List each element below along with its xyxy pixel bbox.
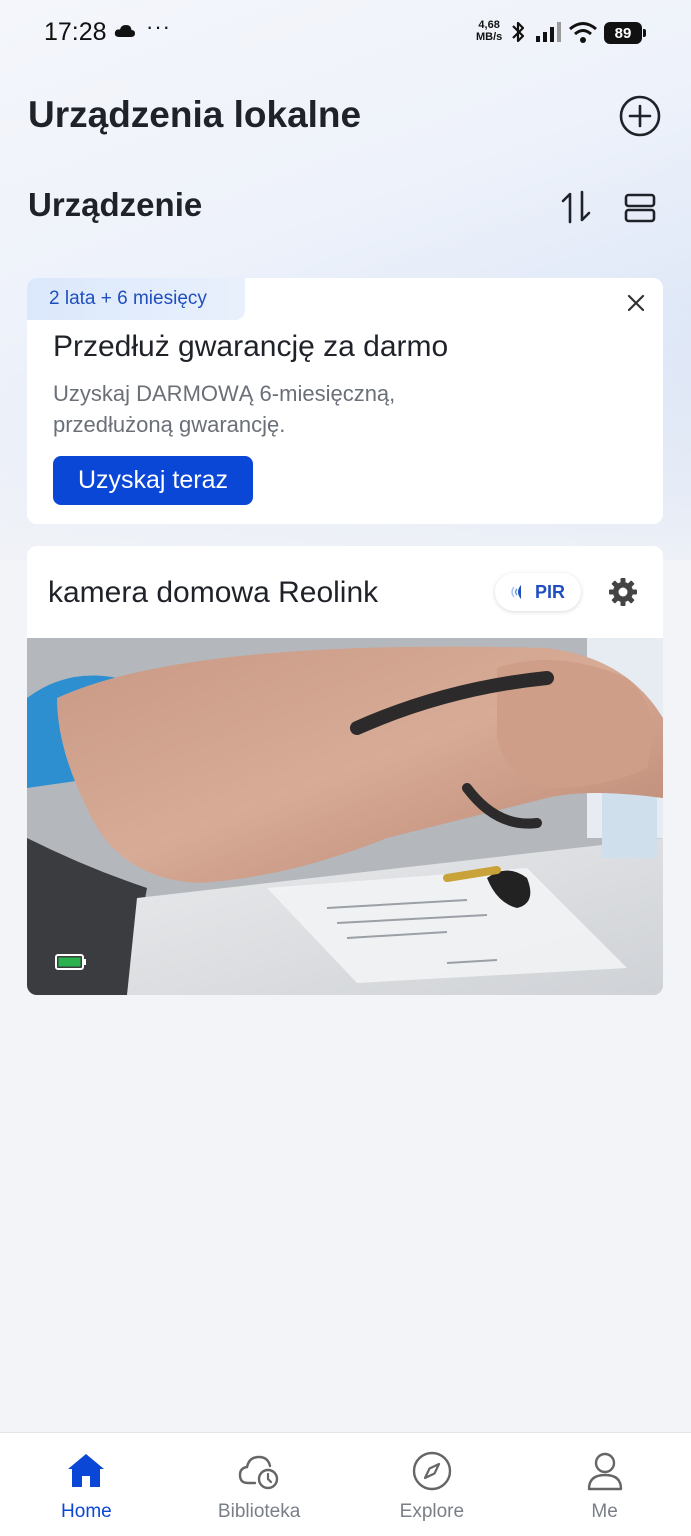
cloud-clock-icon xyxy=(238,1455,279,1490)
promo-close-button[interactable] xyxy=(625,292,647,314)
nav-library-label: Biblioteka xyxy=(217,1501,301,1522)
nav-library[interactable]: Biblioteka xyxy=(173,1433,346,1536)
battery-indicator: 89 xyxy=(604,22,646,44)
cloud-icon xyxy=(114,24,136,43)
get-now-button[interactable]: Uzyskaj teraz xyxy=(53,456,253,505)
warranty-promo-card: 2 lata + 6 miesięcy Przedłuż gwarancję z… xyxy=(27,278,663,524)
plus-circle-icon xyxy=(619,95,661,137)
wifi-icon xyxy=(568,21,598,48)
sort-button[interactable] xyxy=(558,188,594,226)
view-layout-button[interactable] xyxy=(622,190,658,226)
camera-name: kamera domowa Reolink xyxy=(48,576,379,609)
nav-home-label: Home xyxy=(61,1501,112,1522)
more-notifications-icon: ··· xyxy=(146,14,171,39)
nav-home[interactable]: Home xyxy=(0,1433,173,1536)
home-icon xyxy=(68,1454,105,1487)
promo-title: Przedłuż gwarancję za darmo xyxy=(53,330,449,363)
nav-me[interactable]: Me xyxy=(518,1433,691,1536)
pir-sensor-icon xyxy=(511,585,521,599)
signal-icon xyxy=(535,22,563,47)
camera-card[interactable]: kamera domowa Reolink PIR xyxy=(27,546,663,995)
sort-arrows-icon xyxy=(561,190,591,224)
camera-battery-icon xyxy=(55,954,87,975)
camera-settings-button[interactable] xyxy=(607,576,639,608)
pir-toggle[interactable]: PIR xyxy=(495,573,581,611)
pir-label: PIR xyxy=(534,581,565,602)
person-icon xyxy=(587,1452,622,1491)
network-speed-value: 4,68 xyxy=(478,19,500,31)
nav-explore[interactable]: Explore xyxy=(346,1433,519,1536)
bottom-navigation: Home Biblioteka Explore Me xyxy=(0,1432,691,1536)
nav-explore-label: Explore xyxy=(399,1501,465,1522)
gear-icon xyxy=(609,578,637,606)
camera-live-preview[interactable] xyxy=(27,638,663,995)
bluetooth-icon xyxy=(510,20,526,49)
nav-me-label: Me xyxy=(591,1501,618,1522)
promo-description: Uzyskaj DARMOWĄ 6-miesięczną, przedłużon… xyxy=(53,381,396,437)
add-device-button[interactable] xyxy=(618,94,662,138)
status-bar: 17:28 ··· 4,68 MB/s 89 xyxy=(0,0,691,66)
network-speed-unit: MB/s xyxy=(476,31,503,43)
close-icon xyxy=(627,294,645,312)
status-time: 17:28 xyxy=(44,18,107,46)
network-speed: 4,68 MB/s xyxy=(476,19,502,43)
camera-preview-image xyxy=(27,638,663,995)
compass-icon xyxy=(412,1451,452,1491)
promo-tag: 2 lata + 6 miesięcy xyxy=(27,278,245,320)
section-title: Urządzenie xyxy=(28,186,203,223)
list-layout-icon xyxy=(624,193,656,223)
page-title: Urządzenia lokalne xyxy=(28,94,362,135)
